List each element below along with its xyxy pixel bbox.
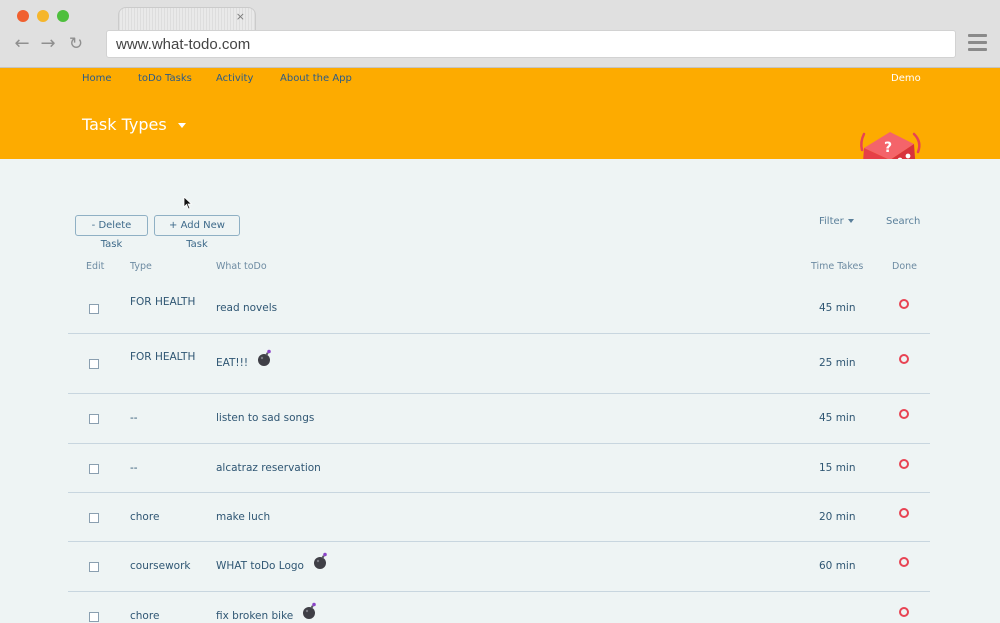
task-name: alcatraz reservation	[216, 462, 321, 474]
header-what-todo[interactable]: What toDo	[216, 261, 267, 272]
nav-about-link[interactable]: About the App	[280, 73, 352, 84]
table-row[interactable]: FOR HEALTH read novels 45 min	[68, 284, 930, 334]
user-demo-link[interactable]: Demo	[891, 73, 921, 84]
header-type[interactable]: Type	[130, 261, 152, 272]
delete-task-button[interactable]: - Delete Task	[75, 215, 148, 250]
browser-chrome: × ← → ↻ www.what-todo.com	[0, 0, 1000, 68]
bomb-icon	[313, 552, 327, 571]
nav-activity-link[interactable]: Activity	[216, 73, 253, 84]
done-circle-icon[interactable]	[899, 299, 909, 309]
task-name: EAT!!!	[216, 349, 271, 369]
caret-down-icon	[847, 219, 854, 223]
main-content: - Delete Task + Add New Task Filter Sear…	[0, 159, 1000, 623]
table-row[interactable]: coursework WHAT toDo Logo 60 min	[68, 542, 930, 592]
done-circle-icon[interactable]	[899, 507, 909, 518]
task-name-text: fix broken bike	[216, 610, 294, 622]
reload-icon[interactable]: ↻	[66, 34, 86, 54]
edit-checkbox[interactable]	[89, 414, 99, 424]
task-type: FOR HEALTH	[130, 296, 196, 308]
task-name-text: alcatraz reservation	[216, 461, 321, 474]
task-name: make luch	[216, 511, 270, 523]
table-row[interactable]: -- alcatraz reservation 15 min	[68, 444, 930, 493]
edit-checkbox[interactable]	[89, 612, 99, 622]
task-time: 20 min	[819, 510, 856, 523]
forward-arrow-icon[interactable]: →	[38, 34, 58, 54]
filter-label: Filter	[819, 216, 844, 227]
edit-checkbox[interactable]	[89, 463, 99, 474]
header-time-takes[interactable]: Time Takes	[811, 261, 863, 272]
table-row[interactable]: -- listen to sad songs 45 min	[68, 394, 930, 444]
task-name-text: make luch	[216, 510, 271, 523]
add-new-task-button[interactable]: + Add New Task	[154, 215, 240, 250]
mouse-cursor-icon	[183, 196, 193, 210]
minimize-window-button[interactable]	[37, 10, 49, 22]
header-edit: Edit	[86, 261, 105, 272]
task-types-dropdown[interactable]: Task Types	[82, 115, 167, 134]
done-circle-icon[interactable]	[899, 607, 909, 617]
task-name-text: WHAT toDo Logo	[216, 560, 304, 572]
edit-checkbox[interactable]	[89, 359, 99, 369]
task-time: 25 min	[819, 357, 856, 369]
edit-checkbox[interactable]	[89, 562, 99, 572]
url-text: www.what-todo.com	[116, 36, 251, 53]
caret-down-icon[interactable]	[178, 123, 186, 128]
task-name: read novels	[216, 302, 277, 314]
table-row[interactable]: chore fix broken bike	[68, 592, 930, 623]
done-circle-icon[interactable]	[899, 458, 909, 469]
task-name: fix broken bike	[216, 602, 317, 622]
task-name-text: listen to sad songs	[216, 412, 315, 424]
maximize-window-button[interactable]	[57, 10, 69, 22]
browser-tab[interactable]: ×	[118, 7, 256, 31]
task-time: 45 min	[819, 302, 856, 314]
task-name: WHAT toDo Logo	[216, 552, 327, 572]
bomb-icon	[303, 602, 317, 621]
filter-dropdown[interactable]: Filter	[819, 216, 854, 227]
task-time: 15 min	[819, 461, 856, 474]
search-link[interactable]: Search	[886, 216, 920, 227]
table-row[interactable]: chore make luch 20 min	[68, 493, 930, 542]
header-done: Done	[892, 261, 917, 272]
task-type: chore	[130, 510, 160, 523]
task-type: FOR HEALTH	[130, 351, 196, 363]
task-time: 60 min	[819, 560, 856, 572]
task-name: listen to sad songs	[216, 412, 314, 424]
hamburger-menu-icon[interactable]	[968, 34, 987, 52]
done-circle-icon[interactable]	[899, 409, 909, 419]
done-circle-icon[interactable]	[899, 557, 909, 567]
task-type: coursework	[130, 560, 191, 572]
bomb-icon	[258, 349, 271, 368]
done-circle-icon[interactable]	[899, 354, 909, 364]
task-type: --	[130, 461, 138, 474]
edit-checkbox[interactable]	[89, 304, 99, 314]
close-window-button[interactable]	[17, 10, 29, 22]
tab-close-icon[interactable]: ×	[236, 10, 245, 24]
table-row[interactable]: FOR HEALTH EAT!!! 25 min	[68, 334, 930, 394]
task-type: chore	[130, 610, 160, 622]
nav-home-link[interactable]: Home	[82, 73, 112, 84]
task-time: 45 min	[819, 412, 856, 424]
nav-todo-tasks-link[interactable]: toDo Tasks	[138, 73, 192, 84]
task-name-text: EAT!!!	[216, 357, 249, 369]
back-arrow-icon[interactable]: ←	[12, 34, 32, 54]
svg-text:?: ?	[884, 140, 892, 156]
edit-checkbox[interactable]	[89, 512, 99, 523]
task-type: --	[130, 412, 138, 424]
task-name-text: read novels	[216, 302, 278, 314]
address-bar[interactable]: www.what-todo.com	[106, 30, 956, 58]
